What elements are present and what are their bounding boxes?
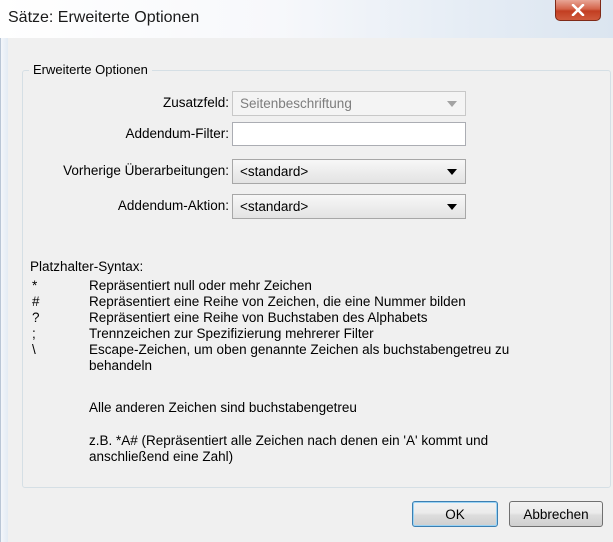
window-title: Sätze: Erweiterte Optionen [8, 9, 200, 26]
syntax-heading: Platzhalter-Syntax: [30, 259, 144, 274]
zusatzfeld-value: Seitenbeschriftung [240, 96, 352, 111]
window-frame-left [0, 38, 8, 542]
group-title: Erweiterte Optionen [29, 62, 152, 77]
addendum-aktion-select[interactable]: <standard> [232, 194, 466, 219]
vorherige-ueberarbeitungen-select[interactable]: <standard> [232, 159, 466, 184]
close-button[interactable] [555, 0, 601, 21]
syntax-symbol: # [32, 294, 40, 309]
zusatzfeld-select[interactable]: Seitenbeschriftung [232, 91, 466, 116]
addendum-aktion-value: <standard> [240, 199, 309, 214]
example-note: z.B. *A# (Repräsentiert alle Zeichen nac… [89, 433, 489, 464]
cancel-button[interactable]: Abbrechen [509, 501, 603, 527]
ok-button[interactable]: OK [412, 501, 498, 527]
dialog-body: Erweiterte Optionen Zusatzfeld: Seitenbe… [8, 38, 613, 542]
zusatzfeld-label: Zusatzfeld: [162, 95, 229, 110]
close-x-icon [556, 0, 600, 20]
syntax-symbol: ; [32, 326, 36, 341]
chevron-down-icon [447, 204, 457, 210]
syntax-symbol: * [32, 278, 38, 293]
syntax-symbol: ? [32, 310, 40, 325]
title-bar: Sätze: Erweiterte Optionen [0, 0, 613, 38]
vorherige-ueberarbeitungen-label: Vorherige Überarbeitungen: [63, 163, 229, 178]
addendum-filter-input[interactable] [232, 122, 466, 146]
syntax-description: Repräsentiert eine Reihe von Buchstaben … [89, 310, 428, 325]
chevron-down-icon [447, 101, 457, 107]
literal-note: Alle anderen Zeichen sind buchstabengetr… [89, 400, 357, 415]
vorherige-ueberarbeitungen-value: <standard> [240, 164, 309, 179]
syntax-description: Repräsentiert eine Reihe von Zeichen, di… [89, 294, 466, 309]
syntax-description: Repräsentiert null oder mehr Zeichen [89, 278, 312, 293]
syntax-symbol: \ [32, 342, 36, 357]
addendum-aktion-label: Addendum-Aktion: [117, 198, 229, 213]
syntax-description: Escape-Zeichen, um oben genannte Zeichen… [89, 342, 510, 373]
syntax-description: Trennzeichen zur Spezifizierung mehrerer… [89, 326, 374, 341]
addendum-filter-label: Addendum-Filter: [125, 126, 229, 141]
chevron-down-icon [447, 169, 457, 175]
